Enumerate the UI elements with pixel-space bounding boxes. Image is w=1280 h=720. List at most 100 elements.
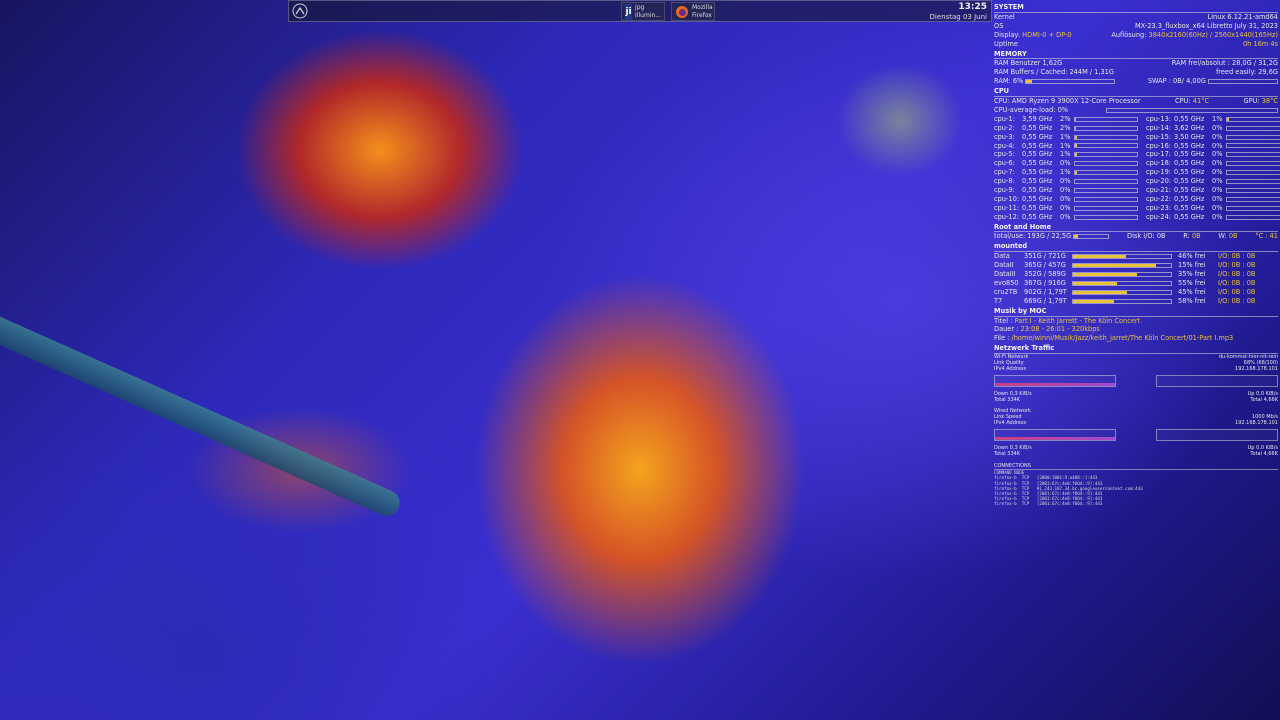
cpu-core-row: cpu-3: 0,55 GHz 1% (994, 133, 1138, 142)
mount-io: I/O: 0B : 0B (1218, 287, 1256, 296)
cpu-core-pct: 0% (1212, 212, 1223, 221)
cpu-core-bar (1074, 214, 1138, 220)
mount-row: DataIII 352G / 589G 35% frei I/O: 0B : 0B (994, 270, 1278, 279)
cpu-core-row: cpu-13: 0,55 GHz 1% (1146, 115, 1280, 124)
cpu-core-pct: 0% (1060, 194, 1071, 203)
cpu-core-name: cpu-21: (1146, 186, 1171, 194)
task-firefox[interactable]: Mozilla Firefox (671, 2, 715, 21)
cpu-core-bar (1226, 152, 1280, 158)
firefox-icon (675, 4, 689, 20)
cpu-core-name: cpu-5: (994, 150, 1015, 159)
cpu-core-freq: 0,55 GHz (1174, 177, 1205, 186)
kernel-row: Kernel Linux 6.12.21-amd64 (994, 13, 1278, 22)
wired-row: IPv4 Address 192.168.178.101 (994, 420, 1278, 426)
label: Uptime (994, 39, 1018, 48)
write: W: 0B (1218, 232, 1237, 241)
mount-io: I/O: 0B : 0B (1218, 261, 1256, 270)
value: 192.168.178.101 (1235, 420, 1278, 427)
value: 192.168.178.101 (1235, 366, 1278, 373)
cpu-core-pct: 0% (1212, 141, 1223, 150)
cpu-core-pct: 0% (1212, 132, 1223, 141)
mount-free: 46% frei (1178, 252, 1206, 261)
cpu-core-name: cpu-13: (1146, 114, 1171, 123)
mount-name: T7 (994, 296, 1003, 305)
taskbar: ji jpg Illumin... Mozilla Firefox 13:25 … (288, 0, 992, 22)
cpu-core-freq: 0,55 GHz (1174, 194, 1205, 203)
cpu-core-pct: 0% (1212, 177, 1223, 186)
cpu-core-name: cpu-18: (1146, 159, 1171, 168)
cpu-core-name: cpu-11: (994, 203, 1019, 212)
cpu-core-row: cpu-7: 0,55 GHz 1% (994, 168, 1138, 177)
mount-row: evo850 367G / 916G 55% frei I/O: 0B : 0B (994, 279, 1278, 288)
cpu-core-freq: 0,55 GHz (1022, 159, 1053, 168)
cpu-core-name: cpu-14: (1146, 123, 1171, 132)
mount-size: 902G / 1,79T (1024, 287, 1067, 296)
cpu-core-freq: 0,55 GHz (1022, 177, 1053, 186)
cpu-core-pct: 0% (1212, 194, 1223, 203)
cpu-core-bar (1074, 179, 1138, 185)
value: MX-23.3_fluxbox_x64 Libretto July 31, 20… (1134, 21, 1278, 30)
cpu-core-bar (1074, 125, 1138, 131)
cpu-core-pct: 0% (1212, 150, 1223, 159)
ram-pct: RAM: 6% (994, 77, 1116, 86)
cpu-core-bar-fill (1075, 117, 1077, 121)
cpu-core-name: cpu-19: (1146, 168, 1171, 177)
value: total/use: 193G / 22,5G (994, 232, 1072, 241)
task-line1: Mozilla (692, 3, 713, 11)
mount-free: 58% frei (1178, 296, 1206, 305)
value: RAM Buffers / Cached: 244M / 1,31G (994, 68, 1114, 77)
mount-name: cru2TB (994, 287, 1018, 296)
value: RAM frei/absolut : 28,0G / 31,2G (1171, 59, 1278, 68)
cpu-core-row: cpu-14: 3,62 GHz 0% (1146, 124, 1280, 133)
mount-size: 367G / 916G (1024, 278, 1066, 287)
read: R: 0B (1183, 232, 1200, 241)
cpu-core-pct: 0% (1212, 159, 1223, 168)
mx-logo-icon[interactable] (289, 1, 311, 21)
mount-name: evo850 (994, 278, 1019, 287)
cpu-core-row: cpu-20: 0,55 GHz 0% (1146, 177, 1280, 186)
mount-free: 45% frei (1178, 287, 1206, 296)
label: GPU: (1243, 97, 1260, 106)
cpu-model: CPU: AMD Ryzen 9 3900X 12-Core Processor (994, 97, 1141, 106)
value: Part I - Keith Jarrett - The Köln Concer… (1014, 316, 1141, 325)
task-line2: Firefox (692, 11, 712, 19)
value: Total 4,66K (1250, 451, 1278, 458)
value: HDMI-0 + DP-0 (1022, 30, 1072, 39)
mount-io: I/O: 0B : 0B (1218, 270, 1256, 279)
mount-row: T7 669G / 1,79T 58% frei I/O: 0B : 0B (994, 297, 1278, 306)
cpu-core-name: cpu-16: (1146, 141, 1171, 150)
mount-bar-fill (1073, 281, 1118, 285)
value: Linux 6.12.21-amd64 (1207, 12, 1278, 21)
cpu-core-name: cpu-12: (994, 212, 1019, 221)
value: 0B (1191, 232, 1201, 241)
resolution: Auflösung: 3840x2160(60Hz) / 2560x1440(1… (1111, 31, 1278, 40)
task-line1: jpg (635, 3, 645, 11)
cpu-core-bar-fill (1075, 144, 1077, 148)
mount-bar-fill (1073, 273, 1137, 276)
cpu-core-bar (1226, 143, 1280, 149)
mount-io: I/O: 0B : 0B (1218, 278, 1256, 287)
cpu-core-row: cpu-4: 0,55 GHz 1% (994, 142, 1138, 151)
wifi-down-graph (994, 375, 1116, 388)
cpu-core-row: cpu-5: 0,55 GHz 1% (994, 150, 1138, 159)
label: Auflösung: (1111, 30, 1147, 39)
task-jpg-illuminate[interactable]: ji jpg Illumin... (621, 2, 665, 21)
cpu-core-row: cpu-22: 0,55 GHz 0% (1146, 195, 1280, 204)
wallpaper-stem (0, 301, 404, 521)
cpu-core-name: cpu-7: (994, 168, 1015, 177)
mount-bar-fill (1073, 290, 1127, 294)
cpu-core-freq: 0,55 GHz (1022, 168, 1053, 177)
mount-list: Data 351G / 721G 46% frei I/O: 0B : 0B DataI… (994, 252, 1278, 305)
value: RAM Benutzer 1,62G (994, 59, 1063, 68)
ram-buffers-row: RAM Buffers / Cached: 244M / 1,31G freed … (994, 68, 1278, 77)
mount-io: I/O: 0B : 0B (1218, 252, 1256, 261)
cpu-core-bar-fill (1075, 135, 1077, 139)
cpu-core-bar (1226, 187, 1280, 193)
clock[interactable]: 13:25 Dienstag 03 Juni (930, 2, 987, 22)
mount-bar (1072, 298, 1172, 304)
connections-title: CONNECTIONS (994, 463, 1278, 471)
cpu-core-name: cpu-4: (994, 141, 1015, 150)
cpu-core-name: cpu-10: (994, 194, 1019, 203)
connection-line: firefox-b TCP [2001:67c:4e8:f004::9]:443 (994, 501, 1103, 507)
cpu-core-freq: 0,55 GHz (1174, 114, 1205, 123)
